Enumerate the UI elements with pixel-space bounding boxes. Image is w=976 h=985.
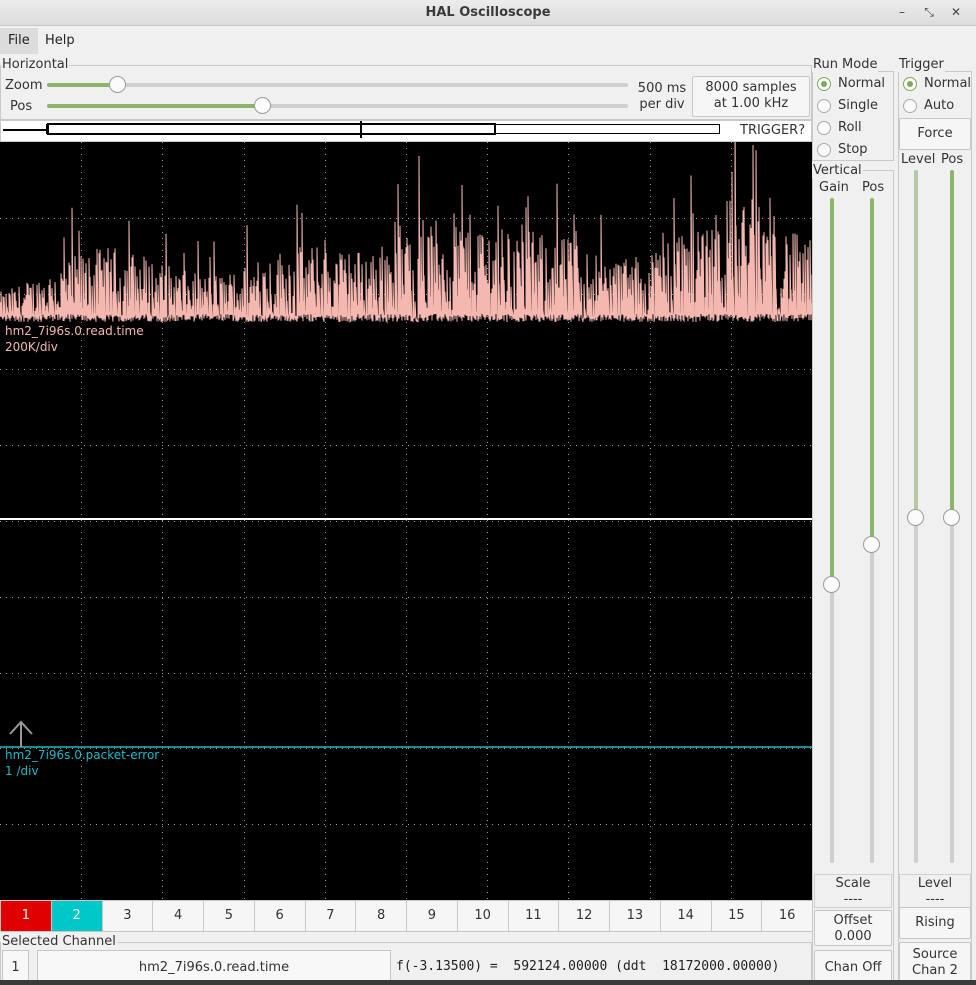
close-icon[interactable]: ✕ (946, 3, 966, 21)
scale-display: Scale ---- (814, 874, 892, 908)
channel-tab-13[interactable]: 13 (609, 900, 661, 932)
channel-2-name: hm2_7i96s.0.packet-error (5, 748, 160, 762)
scope-display[interactable]: hm2_7i96s.0.read.time 200K/div hm2_7i96s… (0, 142, 812, 900)
source-title: Source (912, 947, 958, 962)
horizontal-label: Horizontal (1, 57, 70, 72)
channel-tab-10[interactable]: 10 (456, 900, 509, 932)
radio-icon (817, 143, 831, 157)
force-button[interactable]: Force (899, 118, 971, 150)
horizontal-pos-slider[interactable] (47, 104, 628, 108)
channel-tab-8[interactable]: 8 (355, 900, 407, 932)
run-mode-roll-label: Roll (838, 120, 862, 135)
window-title: HAL Oscilloscope (425, 5, 551, 20)
offset-value: 0.000 (834, 929, 872, 944)
channel-2-scale: 1 /div (5, 764, 39, 778)
gain-label: Gain (819, 180, 849, 195)
gain-slider-handle[interactable] (823, 575, 840, 593)
record-bar: TRIGGER? (0, 120, 812, 142)
radio-icon (817, 99, 831, 113)
trigger-level-display: Level ---- (899, 874, 971, 908)
channel-1-name: hm2_7i96s.0.read.time (5, 324, 144, 338)
rising-button[interactable]: Rising (899, 907, 971, 939)
pos-label: Pos (10, 99, 33, 114)
trigger-pos-label: Pos (941, 152, 964, 167)
trigger-level-title: Level (917, 876, 953, 891)
selected-channel-label: Selected Channel (1, 934, 117, 949)
radio-icon (903, 99, 917, 113)
trigger-status: TRIGGER? (740, 123, 806, 138)
radio-icon (903, 77, 917, 91)
channel-tab-2[interactable]: 2 (50, 900, 103, 932)
zoom-slider[interactable] (47, 83, 628, 87)
time-per-div: 500 ms per div (634, 81, 690, 113)
scope-canvas (0, 142, 812, 900)
radio-icon (817, 121, 831, 135)
trigger-position-marker (360, 121, 362, 138)
record-bar-left-line (3, 129, 47, 131)
bottom-edge (0, 980, 976, 985)
radio-icon (817, 77, 831, 91)
display-window[interactable] (47, 123, 496, 135)
trigger-level-readout: ---- (925, 892, 945, 907)
restore-icon[interactable]: ⤡ (919, 3, 939, 21)
menu-help[interactable]: Help (37, 28, 83, 54)
channel-tab-7[interactable]: 7 (304, 900, 357, 932)
samples-count: 8000 samples (705, 80, 797, 95)
source-value: Chan 2 (912, 963, 958, 978)
menu-file[interactable]: File (0, 28, 38, 54)
channel-1-scale: 200K/div (5, 340, 58, 354)
minimize-icon[interactable]: – (892, 3, 912, 21)
trigger-pos-slider-handle[interactable] (943, 508, 960, 526)
samples-button[interactable]: 8000 samples at 1.00 kHz (692, 76, 810, 117)
source-button[interactable]: Source Chan 2 (899, 942, 971, 985)
run-mode-stop-label: Stop (838, 142, 868, 157)
vertical-frame (812, 170, 894, 985)
offset-title: Offset (833, 913, 873, 928)
baseline-arrow-icon (9, 720, 33, 747)
run-mode-single-label: Single (838, 98, 878, 113)
zoom-label: Zoom (5, 78, 43, 93)
horizontal-pos-slider-handle[interactable] (253, 97, 271, 114)
sample-rate: at 1.00 kHz (713, 96, 789, 111)
channel-tab-5[interactable]: 5 (203, 900, 255, 932)
trigger-mode-auto-label: Auto (924, 98, 955, 113)
trigger-label: Trigger (898, 57, 945, 72)
run-mode-normal-label: Normal (838, 76, 886, 91)
channel-tab-1[interactable]: 1 (0, 900, 52, 932)
channel-tab-6[interactable]: 6 (253, 900, 306, 932)
vertical-pos-slider[interactable] (870, 198, 874, 863)
trigger-mode-normal-label: Normal (924, 76, 972, 91)
vertical-pos-slider-handle[interactable] (863, 535, 880, 553)
menu-bar: File Help (0, 26, 976, 56)
trigger-level-slider-handle[interactable] (907, 508, 924, 526)
channel-tab-14[interactable]: 14 (659, 900, 712, 932)
horizontal-frame (0, 65, 812, 120)
channel-tab-12[interactable]: 12 (558, 900, 610, 932)
zoom-slider-handle[interactable] (108, 76, 126, 93)
time-per-div-unit: per div (639, 97, 685, 112)
channel-tab-3[interactable]: 3 (101, 900, 154, 932)
vertical-pos-label: Pos (862, 180, 885, 195)
scale-title: Scale (835, 876, 871, 891)
channel-tabs: 1 2 3 4 5 6 7 8 9 10 11 12 13 14 15 16 (0, 900, 813, 932)
selected-channel-readout: f(-3.13500) = 592124.00000 (ddt 18172000… (396, 959, 780, 974)
offset-button[interactable]: Offset 0.000 (814, 910, 892, 946)
channel-tab-4[interactable]: 4 (152, 900, 204, 932)
run-mode-label: Run Mode (812, 57, 879, 72)
vertical-label: Vertical (812, 163, 863, 178)
channel-tab-11[interactable]: 11 (507, 900, 560, 932)
time-per-div-value: 500 ms (637, 81, 687, 96)
trigger-frame (898, 71, 972, 985)
scale-readout: ---- (843, 892, 863, 907)
channel-tab-16[interactable]: 16 (761, 900, 813, 932)
channel-tab-9[interactable]: 9 (406, 900, 458, 932)
trigger-level-label: Level (901, 152, 936, 167)
channel-tab-15[interactable]: 15 (710, 900, 763, 932)
gain-slider[interactable] (830, 198, 834, 863)
title-bar: HAL Oscilloscope – ⤡ ✕ (0, 0, 976, 26)
